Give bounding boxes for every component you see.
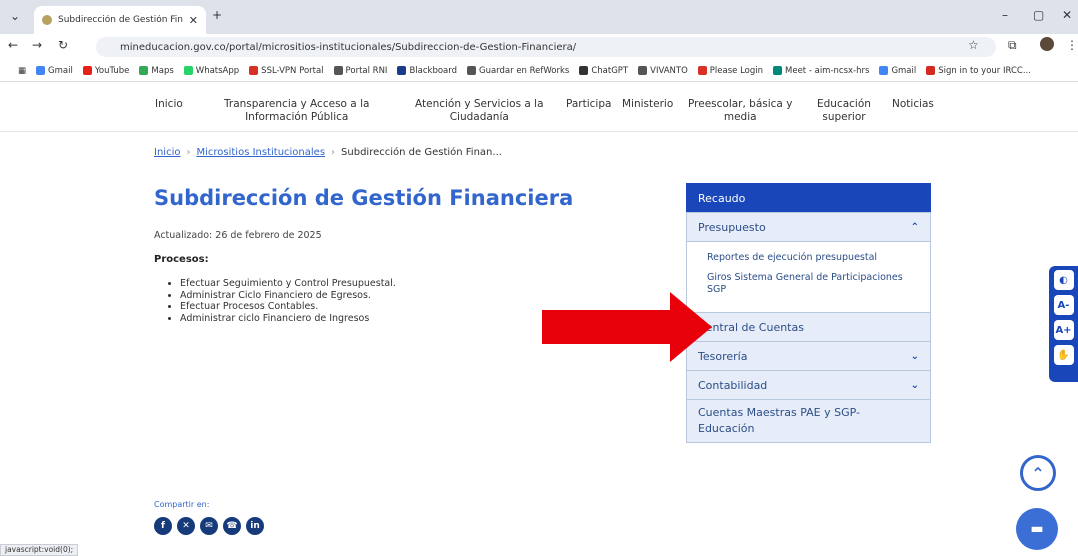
minimize-icon[interactable]: – [1002,8,1008,22]
menu-central-cuentas[interactable]: Central de Cuentas [686,312,931,342]
url-field[interactable]: mineducacion.gov.co/portal/micrositios-i… [96,37,996,57]
bookmark-item[interactable]: VIVANTO [638,66,688,76]
breadcrumb-inicio-link[interactable]: Inicio [154,147,180,158]
menu-recaudo[interactable]: Recaudo [686,183,931,213]
profile-avatar[interactable] [1040,37,1054,51]
list-item: Administrar ciclo Financiero de Ingresos [180,313,396,325]
nav-participa[interactable]: Participa [566,98,611,111]
nav-noticias[interactable]: Noticias [892,98,934,111]
url-text: mineducacion.gov.co/portal/micrositios-i… [120,41,577,53]
sign-language-icon[interactable]: ✋ [1053,345,1074,365]
bookmark-item[interactable]: Blackboard [397,66,457,76]
breadcrumb-separator-icon: › [186,147,191,158]
bookmark-item[interactable]: SSL-VPN Portal [249,66,324,76]
menu-kebab-icon[interactable]: ⋮ [1066,38,1078,52]
presupuesto-submenu: Reportes de ejecución presupuestal Giros… [686,242,931,313]
site-favicon-icon [42,15,52,25]
bookmark-star-icon[interactable]: ☆ [968,38,979,52]
bookmark-item[interactable]: WhatsApp [183,66,239,76]
linkedin-icon[interactable]: in [246,517,264,535]
bookmark-item[interactable]: Gmail [879,66,916,76]
breadcrumb-separator-icon: › [331,147,336,158]
tab-list-icon[interactable]: ⌄ [10,9,20,23]
nav-transparencia[interactable]: Transparencia y Acceso a la Información P… [224,98,369,124]
list-item: Administrar Ciclo Financiero de Egresos. [180,290,396,302]
browser-tab-bar: ⌄ Subdirección de Gestión Financ ✕ + – ▢… [0,0,1078,34]
site-main-nav: Inicio Transparencia y Acceso a la Inform… [0,82,1078,132]
status-bar: javascript:void(0); [0,544,79,556]
bookmark-item[interactable]: YouTube [82,66,129,76]
page-title: Subdirección de Gestión Financiera [154,186,574,210]
new-tab-icon[interactable]: + [212,8,222,22]
contrast-icon[interactable]: ◐ [1053,270,1074,290]
reload-icon[interactable]: ↻ [58,38,68,52]
bookmark-item[interactable]: Maps [139,66,174,76]
bookmark-item[interactable]: ChatGPT [579,66,628,76]
bookmark-item[interactable]: Portal RNI [333,66,387,76]
chevron-up-icon: ⌃ [910,221,919,233]
email-icon[interactable]: ✉ [200,517,218,535]
nav-inicio[interactable]: Inicio [155,98,183,111]
back-icon[interactable]: ← [8,38,18,52]
whatsapp-icon[interactable]: ☎ [223,517,241,535]
list-item: Efectuar Procesos Contables. [180,301,396,313]
x-icon[interactable]: ✕ [177,517,195,535]
chat-button[interactable]: ▬ [1016,508,1058,550]
decrease-font-icon[interactable]: A- [1053,295,1074,315]
nav-educacion-superior[interactable]: Educación superior [817,98,871,124]
bookmark-item[interactable]: Meet - aim-ncsx-hrs [773,66,869,76]
browser-tab[interactable]: Subdirección de Gestión Financ ✕ [34,6,206,34]
menu-cuentas-maestras[interactable]: Cuentas Maestras PAE y SGP- Educación [686,399,931,443]
chevron-down-icon: ⌄ [910,350,919,362]
tab-title: Subdirección de Gestión Financ [58,15,183,25]
bookmark-item[interactable]: Please Login [697,66,763,76]
processes-heading: Procesos: [154,254,209,265]
share-label: Compartir en: [154,500,210,509]
bookmark-item[interactable]: Sign in to your IRCC... [926,66,1031,76]
red-arrow-annotation [542,292,712,362]
close-window-icon[interactable]: ✕ [1062,8,1072,22]
forward-icon[interactable]: → [32,38,42,52]
accessibility-toolbar: ◐ A- A+ ✋ [1049,266,1078,382]
nav-preescolar[interactable]: Preescolar, básica y media [688,98,792,124]
bookmarks-bar: ▦ Gmail YouTube Maps WhatsApp SSL-VPN Po… [0,60,1078,82]
menu-tesoreria[interactable]: Tesorería ⌄ [686,341,931,371]
address-bar-row: ← → ↻ mineducacion.gov.co/portal/microsi… [0,34,1078,60]
processes-list: Efectuar Seguimiento y Control Presupues… [170,278,396,324]
submenu-link-reportes[interactable]: Reportes de ejecución presupuestal [707,252,910,264]
menu-presupuesto[interactable]: Presupuesto ⌃ [686,212,931,242]
breadcrumb-current: Subdirección de Gestión Finan... [341,147,502,158]
bookmark-item[interactable]: Gmail [36,66,73,76]
list-item: Efectuar Seguimiento y Control Presupues… [180,278,396,290]
nav-atencion[interactable]: Atención y Servicios a la Ciudadanía [415,98,544,124]
breadcrumb: Inicio › Micrositios Institucionales › Subdi… [154,147,502,158]
extensions-icon[interactable]: ⧉ [1008,38,1017,53]
restore-icon[interactable]: ▢ [1033,8,1044,22]
chevron-down-icon: ⌄ [910,379,919,391]
share-icons: f ✕ ✉ ☎ in [154,517,264,535]
facebook-icon[interactable]: f [154,517,172,535]
menu-contabilidad[interactable]: Contabilidad ⌄ [686,370,931,400]
side-menu: Recaudo Presupuesto ⌃ Reportes de ejecuci… [686,183,931,443]
increase-font-icon[interactable]: A+ [1053,320,1074,340]
close-tab-icon[interactable]: ✕ [189,14,198,27]
nav-ministerio[interactable]: Ministerio [622,98,673,111]
bookmark-item[interactable]: Guardar en RefWorks [467,66,569,76]
updated-date: Actualizado: 26 de febrero de 2025 [154,230,322,241]
submenu-link-giros-sgp[interactable]: Giros Sistema General de Participaciones… [707,272,910,296]
breadcrumb-micrositios-link[interactable]: Micrositios Institucionales [196,147,325,158]
apps-grid-icon[interactable]: ▦ [18,66,26,76]
scroll-to-top-button[interactable]: ⌃ [1020,455,1056,491]
